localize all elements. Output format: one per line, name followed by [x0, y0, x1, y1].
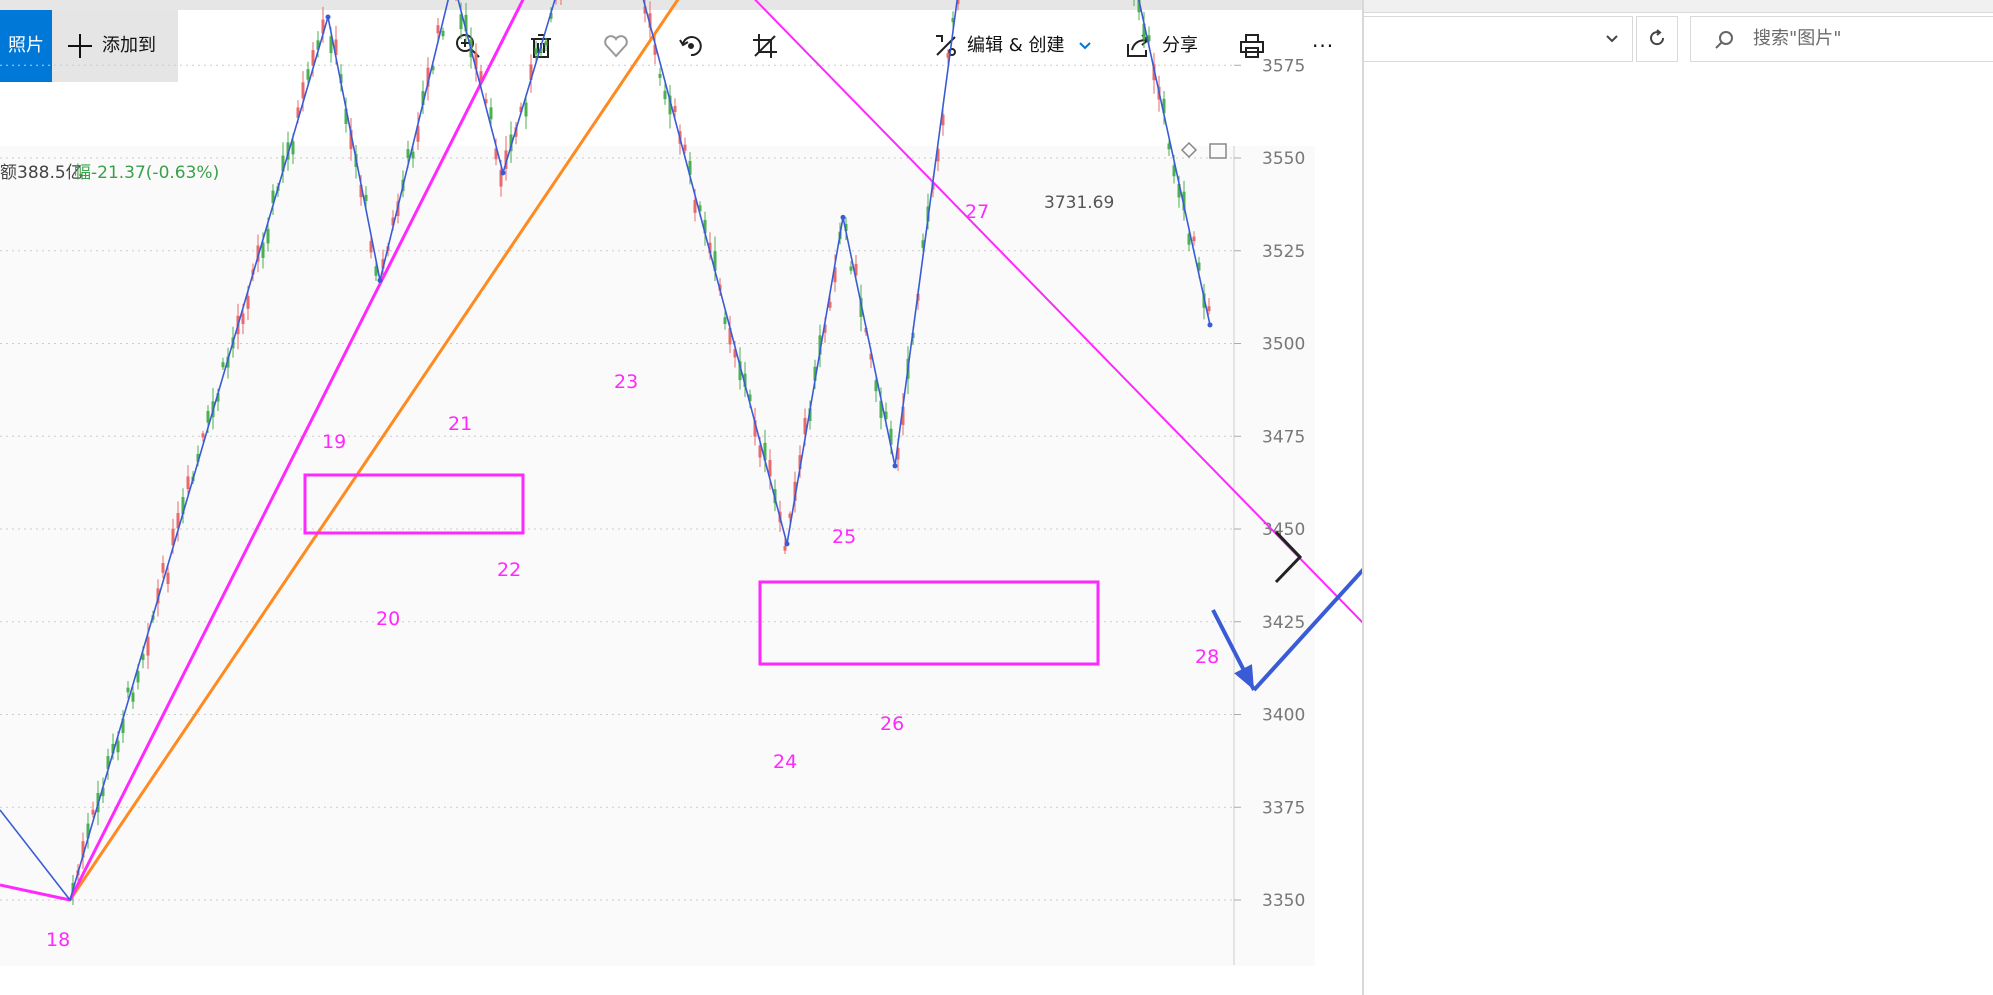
candle-body [524, 102, 528, 117]
wave-label: 20 [376, 608, 400, 630]
candle-body [266, 228, 270, 244]
candle-body [166, 572, 170, 584]
search-placeholder: 搜索"图片" [1753, 28, 1842, 49]
candle-body [301, 82, 305, 99]
wave-pivot-marker [500, 170, 506, 176]
panel-toggle-icon[interactable] [1209, 143, 1227, 159]
candle-body [673, 106, 677, 113]
candle-body [291, 141, 295, 155]
refresh-icon [1650, 29, 1665, 46]
wave-label: 25 [832, 526, 856, 548]
candle-body [221, 362, 225, 368]
photos-viewer-window: 照片 添加到 编辑 & 创建 分享 ··· 3350 3375 3400 342… [0, 0, 1362, 995]
wave-label: 18 [46, 929, 70, 951]
y-tick-label: 3375 [1262, 798, 1305, 818]
search-box[interactable]: 搜索"图片" [1690, 16, 1993, 62]
wave-label: 19 [322, 431, 346, 453]
candle-body [411, 151, 415, 159]
wave-label: 22 [497, 559, 521, 581]
y-tick-label: 3350 [1262, 891, 1305, 911]
y-tick-label: 3550 [1262, 149, 1305, 169]
wave-pivot-marker [377, 277, 383, 283]
candle-body [723, 317, 727, 324]
candle-body [683, 144, 687, 151]
consolidation-box [758, 580, 1100, 666]
candle-body [206, 410, 210, 423]
candle-body [116, 740, 120, 753]
candle-body [1207, 306, 1211, 312]
y-tick-label: 3525 [1262, 242, 1305, 262]
candle-body [306, 69, 310, 80]
candle-body [91, 809, 95, 815]
y-tick-label: 3475 [1262, 427, 1305, 447]
candle-body [658, 73, 662, 78]
wave-polyline [0, 0, 1211, 902]
candle-body [436, 25, 440, 34]
candle-body [849, 266, 853, 271]
wave-label: 23 [614, 371, 638, 393]
change-text: 幅-21.37(-0.63%) [74, 163, 219, 183]
y-tick-label: 3425 [1262, 613, 1305, 633]
chevron-down-icon[interactable] [1604, 31, 1620, 47]
candle-body [131, 692, 135, 702]
y-tick-label: 3400 [1262, 706, 1305, 726]
y-tick-label: 3575 [1262, 56, 1305, 76]
candle-body [126, 687, 130, 693]
wave-label: 24 [773, 751, 797, 773]
search-icon [1715, 31, 1733, 49]
address-bar[interactable] [1364, 16, 1633, 62]
candle-body [783, 546, 787, 551]
wave-pivot-marker [784, 541, 790, 547]
window-divider [1362, 0, 1364, 995]
candle-body [246, 296, 250, 309]
wave-pivot-marker [840, 214, 846, 220]
wave-label: 27 [965, 201, 989, 223]
candle-body [201, 433, 205, 438]
y-tick-label: 3500 [1262, 335, 1305, 355]
candle-body [489, 107, 493, 120]
candle-body [146, 636, 150, 656]
candle-body [441, 30, 445, 37]
candle-body [406, 149, 410, 159]
chart-svg: 3350 3375 3400 3425 3450 3475 3500 3525 3550 3575… [0, 0, 1362, 965]
diamond-icon[interactable] [1180, 141, 1198, 159]
wave-label: 28 [1195, 646, 1219, 668]
volume-text: 额388.5亿 [0, 163, 83, 183]
candle-body [161, 563, 165, 573]
candle-body [241, 313, 245, 325]
wave-label: 21 [448, 413, 472, 435]
wave-label: 26 [880, 713, 904, 735]
candle-body [534, 48, 538, 55]
candle-body [544, 41, 548, 46]
candle-body [186, 476, 190, 490]
peak-value-label: 3731.69 [1044, 193, 1114, 213]
wave-pivot-marker [892, 463, 898, 469]
wave-pivot-marker [325, 14, 331, 20]
refresh-button[interactable] [1636, 16, 1678, 62]
candle-body [663, 90, 667, 100]
wave-pivot-marker [1207, 322, 1213, 328]
explorer-title-strip [1364, 0, 1993, 13]
y-tick-label: 3450 [1262, 520, 1305, 540]
orange-trendline [68, 0, 680, 901]
candle-body [1192, 236, 1196, 242]
